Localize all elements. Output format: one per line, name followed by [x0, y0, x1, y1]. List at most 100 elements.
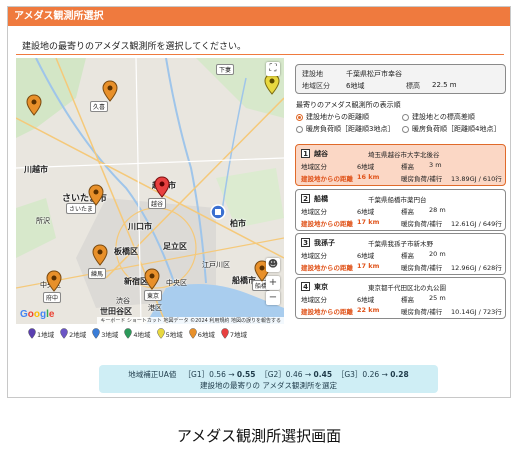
construction-site-icon[interactable] [210, 204, 226, 220]
load-value: 13.89GJ / 610行 [451, 175, 502, 183]
load-value: 12.96GJ / 628行 [451, 264, 502, 272]
station-name: 越谷 [314, 150, 328, 158]
badge-shimotsuma: 下妻 [216, 64, 235, 75]
sort-radio-distance[interactable]: 建設地からの距離順 [296, 112, 396, 122]
map-label-itabashi: 板橋区 [114, 247, 138, 256]
station-name: 我孫子 [314, 239, 335, 247]
radio-dot[interactable] [402, 113, 409, 121]
badge-koshigaya: 越谷 [148, 198, 167, 209]
legend-item: 1地域 [28, 328, 54, 339]
station-pin-orange[interactable] [92, 244, 108, 266]
radio-label: 建設地からの距離順 [306, 113, 369, 121]
radio-label: 暖房負荷順［距離順4地点］ [412, 125, 501, 133]
map-pin-icon [188, 328, 197, 339]
pegman-icon[interactable]: ☻ [266, 258, 280, 272]
distance-label: 建設地からの距離 [301, 264, 353, 272]
elev-value: 25 m [429, 294, 446, 302]
station-pin-orange[interactable] [102, 80, 118, 102]
candidate-number: 2 [301, 194, 310, 203]
station-pin-orange[interactable] [26, 94, 42, 116]
zoom-out-button[interactable]: − [266, 291, 280, 305]
station-pin-selected[interactable] [154, 176, 170, 198]
legend-label: 6地域 [197, 330, 215, 339]
load-label: 暖房負荷/補行 [401, 175, 443, 183]
map-label-minato: 港区 [148, 304, 162, 312]
station-address: 千葉県船橋市薬円台 [368, 196, 427, 204]
map-label-kashiwa: 柏市 [230, 219, 246, 228]
map-label-kawaguchi: 川口市 [128, 222, 152, 231]
sort-radio-elevation[interactable]: 建設地との標高差順 [402, 112, 502, 122]
map-label-kawagoe: 川越市 [24, 165, 48, 174]
elev-value: 3 m [429, 161, 442, 169]
station-candidate-card[interactable]: 2 船橋 千葉県船橋市薬円台 地域区分 6地域 標高 28 m 建設地からの距離 17 km 暖房… [295, 189, 506, 231]
elev-label: 標高 [401, 252, 414, 260]
station-candidate-card[interactable]: 4 東京 東京都千代田区北の丸公園 地域区分 6地域 標高 25 m 建設地からの距離 22 k… [295, 277, 506, 319]
region-value: 6地域 [357, 163, 375, 171]
badge-tokyo: 東京 [144, 290, 163, 301]
map-pin-icon [156, 328, 165, 339]
region-label: 地域区分 [301, 163, 327, 171]
radio-dot[interactable] [296, 125, 303, 133]
site-elev: 22.5 m [432, 81, 457, 89]
map-label-edogawa: 江戸川区 [202, 261, 230, 269]
map-view[interactable]: 川越市 さいたま市 越谷市 柏市 川口市 板橋区 足立区 新宿区 船橋市 中央区… [16, 58, 284, 324]
site-name-label: 建設地 [302, 70, 323, 78]
load-label: 暖房負荷/補行 [401, 308, 443, 316]
station-name: 船橋 [314, 195, 328, 203]
result-prefix: 地域補正UA値 [128, 370, 177, 379]
map-attribution[interactable]: キーボード ショートカット 地図データ ©2024 利用規約 地図の誤りを報告す… [97, 317, 284, 324]
station-address: 千葉県我孫子市新木野 [368, 240, 433, 248]
legend-label: 3地域 [101, 330, 119, 339]
legend-label: 2地域 [69, 330, 87, 339]
site-elev-label: 標高 [406, 82, 420, 90]
result-g3: ［G3］0.26 → [336, 370, 388, 379]
region-legend: 1地域 2地域 3地域 4地域 5地域 6地域 7地域 [28, 328, 247, 339]
zoom-in-button[interactable]: + [266, 276, 280, 290]
legend-item: 5地域 [156, 328, 183, 339]
station-pin-yellow[interactable] [264, 73, 280, 95]
load-label: 暖房負荷/補行 [401, 220, 443, 228]
radio-dot[interactable] [402, 125, 409, 133]
candidate-number: 1 [301, 149, 310, 158]
badge-kuki: 久喜 [90, 101, 109, 112]
result-banner: 地域補正UA値 ［G1］0.56 → 0.55 ［G2］0.46 → 0.45 … [99, 365, 438, 393]
legend-item: 2地域 [60, 328, 86, 339]
legend-item: 7地域 [221, 328, 247, 339]
legend-item: 6地域 [188, 328, 215, 339]
distance-label: 建設地からの距離 [301, 220, 353, 228]
sort-radio-load4[interactable]: 暖房負荷順［距離順4地点］ [402, 124, 502, 134]
radio-label: 建設地との標高差順 [412, 113, 475, 121]
elev-label: 標高 [401, 208, 414, 216]
elev-value: 28 m [429, 206, 446, 214]
radio-dot[interactable] [296, 113, 303, 121]
window-title: アメダス観測所選択 [8, 7, 510, 26]
fullscreen-icon[interactable]: ⛶ [266, 62, 280, 76]
result-g2-value: 0.45 [313, 370, 333, 379]
load-value: 12.61GJ / 649行 [451, 220, 502, 228]
legend-item: 4地域 [124, 328, 151, 339]
distance-value: 17 km [357, 218, 380, 226]
sort-options: 最寄りのアメダス観測所の表示順 建設地からの距離順 建設地との標高差順 暖房負荷… [296, 100, 508, 136]
load-value: 10.14GJ / 723行 [451, 308, 502, 316]
divider [16, 54, 504, 55]
station-candidate-card[interactable]: 1 越谷 埼玉県越谷市大字北後谷 地域区分 6地域 標高 3 m 建設地からの距離 16 km 暖… [295, 144, 506, 186]
map-label-chuo: 中央区 [166, 279, 187, 287]
region-value: 6地域 [357, 296, 375, 304]
station-pin-orange[interactable] [144, 268, 160, 290]
site-region: 6地域 [346, 82, 365, 90]
result-g1: ［G1］0.56 → [183, 370, 235, 379]
station-pin-orange[interactable] [88, 184, 104, 206]
result-g3-value: 0.28 [390, 370, 409, 379]
distance-value: 16 km [357, 173, 380, 181]
candidate-number: 4 [301, 282, 310, 291]
result-g2: ［G2］0.46 → [260, 370, 312, 379]
station-pin-orange[interactable] [46, 270, 62, 292]
elev-label: 標高 [401, 296, 414, 304]
google-logo: Google [20, 309, 55, 320]
station-name: 東京 [314, 283, 328, 291]
sort-radio-load3[interactable]: 暖房負荷順［距離順3地点］ [296, 124, 396, 134]
station-candidate-card[interactable]: 3 我孫子 千葉県我孫子市新木野 地域区分 6地域 標高 20 m 建設地からの距離 17 km… [295, 233, 506, 275]
map-label-tokorozawa: 所沢 [36, 217, 50, 225]
legend-label: 7地域 [229, 330, 247, 339]
map-label-shibuya: 渋谷 [116, 297, 130, 305]
